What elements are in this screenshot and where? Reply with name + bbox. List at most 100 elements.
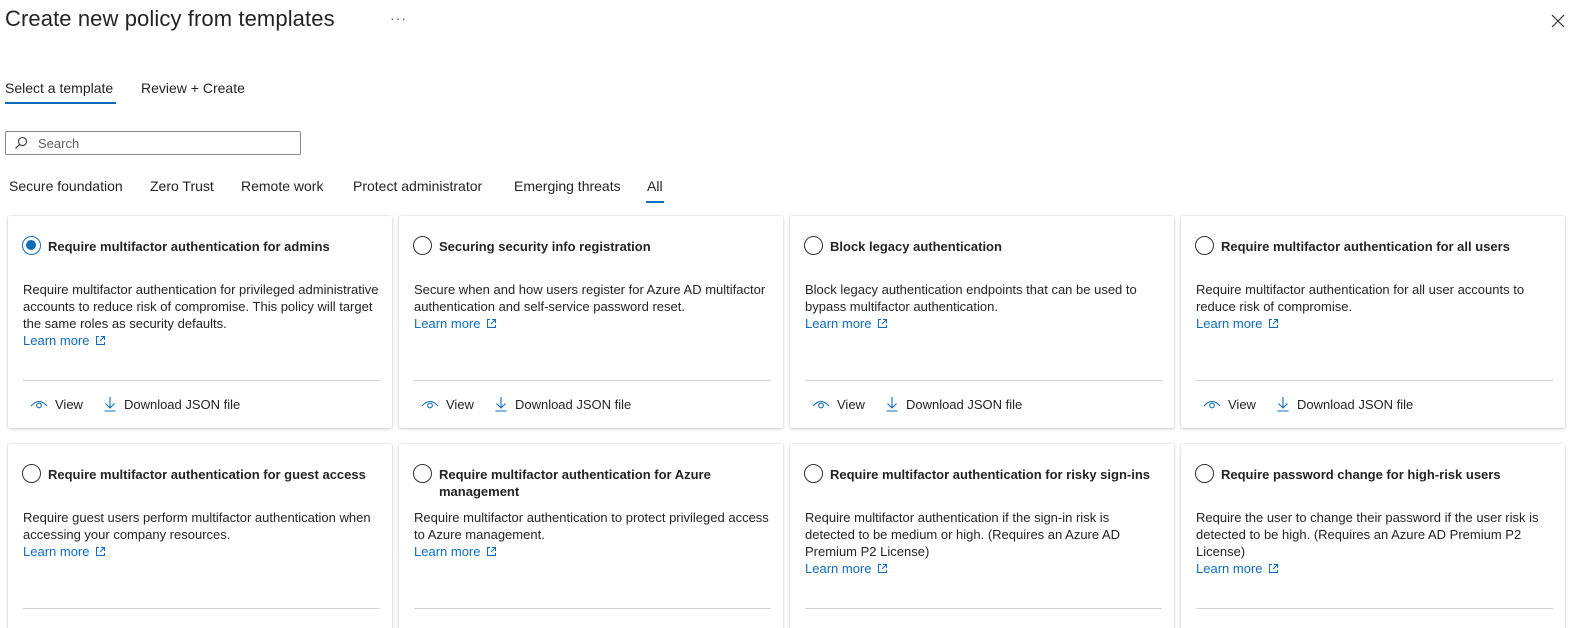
view-button[interactable]: View — [30, 397, 83, 412]
download-json-button[interactable]: Download JSON file — [1276, 396, 1413, 412]
learn-more-link[interactable]: Learn more — [1196, 315, 1279, 332]
card-header: Require multifactor authentication for a… — [22, 236, 380, 255]
filter-tab-emerging-threats[interactable]: Emerging threats — [514, 178, 621, 194]
card-actions: View Download JSON file — [1203, 396, 1413, 412]
card-title: Block legacy authentication — [830, 239, 1002, 254]
card-divider — [414, 380, 771, 381]
card-actions: View Download JSON file — [30, 396, 240, 412]
search-box[interactable] — [5, 131, 301, 155]
template-radio[interactable] — [22, 236, 41, 255]
card-description-text: Require guest users perform multifactor … — [23, 510, 371, 542]
download-json-button[interactable]: Download JSON file — [103, 396, 240, 412]
card-title: Require multifactor authentication for a… — [48, 239, 330, 254]
card-divider — [414, 608, 771, 609]
external-link-icon — [487, 547, 497, 556]
close-icon — [1551, 14, 1565, 28]
template-card[interactable]: Require multifactor authentication for A… — [399, 444, 783, 628]
view-button[interactable]: View — [812, 397, 865, 412]
eye-icon — [812, 400, 830, 409]
learn-more-label: Learn more — [414, 316, 481, 331]
template-card[interactable]: Require multifactor authentication for a… — [8, 216, 392, 428]
card-title: Securing security info registration — [439, 239, 651, 254]
card-header: Require multifactor authentication for r… — [804, 464, 1162, 483]
template-radio[interactable] — [804, 236, 823, 255]
card-description-text: Require multifactor authentication for a… — [1196, 282, 1525, 314]
view-label: View — [446, 396, 474, 412]
learn-more-label: Learn more — [414, 544, 481, 559]
tab-review-create[interactable]: Review + Create — [141, 80, 245, 96]
filter-tab-remote-work[interactable]: Remote work — [241, 178, 323, 194]
template-card[interactable]: Block legacy authentication Block legacy… — [790, 216, 1174, 428]
card-description: Require multifactor authentication for p… — [23, 281, 380, 349]
template-radio[interactable] — [413, 236, 432, 255]
learn-more-link[interactable]: Learn more — [414, 315, 497, 332]
download-label: Download JSON file — [905, 396, 1023, 412]
filter-tab-protect-administrator[interactable]: Protect administrator — [353, 178, 482, 194]
learn-more-label: Learn more — [1196, 316, 1263, 331]
learn-more-label: Learn more — [23, 544, 90, 559]
card-description-text: Block legacy authentication endpoints th… — [805, 282, 1137, 314]
card-description: Require guest users perform multifactor … — [23, 509, 380, 560]
download-label: Download JSON file — [514, 396, 632, 412]
tab-select-template[interactable]: Select a template — [5, 80, 113, 96]
card-divider — [23, 380, 380, 381]
template-card[interactable]: Require multifactor authentication for a… — [1181, 216, 1565, 428]
card-divider — [1196, 608, 1553, 609]
template-radio[interactable] — [413, 464, 432, 483]
card-title: Require multifactor authentication for a… — [1221, 239, 1510, 254]
view-button[interactable]: View — [421, 397, 474, 412]
view-button[interactable]: View — [1203, 397, 1256, 412]
search-input[interactable] — [38, 135, 278, 151]
learn-more-link[interactable]: Learn more — [1196, 560, 1279, 577]
card-header: Require password change for high-risk us… — [1195, 464, 1553, 483]
card-description-text: Secure when and how users register for A… — [414, 282, 766, 314]
view-label: View — [837, 396, 865, 412]
filter-tab-all[interactable]: All — [647, 178, 663, 194]
download-icon — [495, 397, 507, 412]
learn-more-link[interactable]: Learn more — [805, 315, 888, 332]
learn-more-link[interactable]: Learn more — [805, 560, 888, 577]
download-json-button[interactable]: Download JSON file — [885, 396, 1022, 412]
external-link-icon — [487, 319, 497, 328]
card-description: Require multifactor authentication for a… — [1196, 281, 1553, 332]
more-options-button[interactable]: ··· — [390, 10, 407, 26]
external-link-icon — [1269, 319, 1279, 328]
card-header: Require multifactor authentication for a… — [1195, 236, 1553, 255]
template-card[interactable]: Require multifactor authentication for r… — [790, 444, 1174, 628]
card-divider — [805, 608, 1162, 609]
view-label: View — [55, 396, 83, 412]
template-radio[interactable] — [1195, 464, 1214, 483]
filter-tab-secure-foundation[interactable]: Secure foundation — [9, 178, 123, 194]
template-radio[interactable] — [1195, 236, 1214, 255]
external-link-icon — [1269, 564, 1279, 573]
card-description-text: Require multifactor authentication for p… — [23, 282, 379, 331]
learn-more-link[interactable]: Learn more — [414, 543, 497, 560]
card-description-text: Require multifactor authentication to pr… — [414, 510, 769, 542]
card-header: Securing security info registration — [413, 236, 771, 255]
close-button[interactable] — [1548, 11, 1568, 31]
template-card[interactable]: Require multifactor authentication for g… — [8, 444, 392, 628]
active-filter-indicator — [646, 201, 664, 203]
card-title: Require password change for high-risk us… — [1221, 467, 1501, 482]
template-radio[interactable] — [22, 464, 41, 483]
card-title: Require multifactor authentication for r… — [830, 467, 1150, 482]
download-label: Download JSON file — [1296, 396, 1414, 412]
template-card[interactable]: Require password change for high-risk us… — [1181, 444, 1565, 628]
download-json-button[interactable]: Download JSON file — [494, 396, 631, 412]
download-label: Download JSON file — [123, 396, 241, 412]
template-card[interactable]: Securing security info registration Secu… — [399, 216, 783, 428]
external-link-icon — [96, 336, 106, 345]
card-description: Require the user to change their passwor… — [1196, 509, 1553, 577]
card-description-text: Require multifactor authentication if th… — [805, 510, 1121, 559]
template-radio[interactable] — [804, 464, 823, 483]
learn-more-link[interactable]: Learn more — [23, 543, 106, 560]
card-actions: View Download JSON file — [421, 396, 631, 412]
filter-tab-zero-trust[interactable]: Zero Trust — [150, 178, 214, 194]
card-description: Require multifactor authentication if th… — [805, 509, 1162, 577]
eye-icon — [30, 400, 48, 409]
page-title: Create new policy from templates — [5, 6, 335, 31]
learn-more-link[interactable]: Learn more — [23, 332, 106, 349]
card-description: Secure when and how users register for A… — [414, 281, 771, 332]
search-icon — [15, 136, 28, 149]
learn-more-label: Learn more — [805, 561, 872, 576]
